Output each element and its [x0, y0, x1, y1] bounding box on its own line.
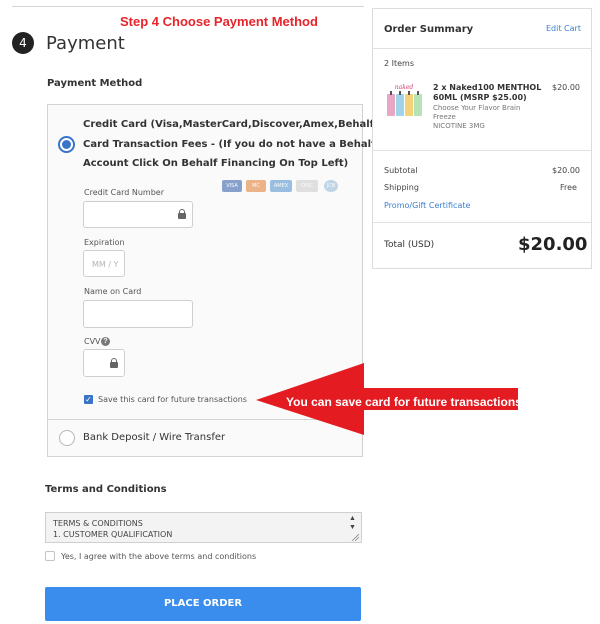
subtotal-value: $20.00	[552, 166, 580, 175]
card-number-input[interactable]	[83, 201, 193, 228]
summary-divider	[372, 48, 592, 49]
terms-text-line: TERMS & CONDITIONS	[53, 519, 143, 528]
summary-divider	[372, 222, 592, 223]
jcb-logo-icon: JCB	[324, 180, 338, 192]
total-value: $20.00	[518, 234, 588, 255]
terms-text-line: 1. CUSTOMER QUALIFICATION	[53, 530, 173, 539]
save-card-label[interactable]: Save this card for future transactions	[98, 395, 247, 404]
step-number-badge: 4	[12, 32, 34, 54]
total-label: Total (USD)	[384, 240, 435, 250]
page-title: Payment	[46, 33, 125, 54]
discover-logo-icon: DISC	[296, 180, 318, 192]
payment-method-heading: Payment Method	[47, 78, 143, 89]
product-option: Freeze	[433, 113, 456, 121]
mastercard-logo-icon: MC	[246, 180, 266, 192]
lock-icon	[178, 209, 186, 219]
cvv-label: CVV	[84, 337, 101, 346]
callout-text: You can save card for future transaction…	[286, 395, 522, 409]
credit-card-radio[interactable]	[58, 136, 75, 153]
product-price: $20.00	[552, 83, 580, 92]
edit-cart-link[interactable]: Edit Cart	[546, 24, 581, 33]
agree-terms-checkbox[interactable]	[45, 551, 55, 561]
visa-logo-icon: VISA	[222, 180, 242, 192]
subtotal-label: Subtotal	[384, 166, 418, 175]
promo-gift-certificate-link[interactable]: Promo/Gift Certificate	[384, 201, 470, 210]
scroll-down-icon[interactable]: ▼	[349, 524, 356, 531]
help-icon[interactable]: ?	[101, 337, 110, 346]
product-name: 60ML (MSRP $25.00)	[433, 93, 527, 102]
resize-grip-icon[interactable]	[351, 534, 359, 541]
shipping-value: Free	[560, 183, 577, 192]
expiration-label: Expiration	[84, 238, 125, 247]
cvv-input[interactable]	[83, 349, 125, 377]
credit-card-option-label[interactable]: Card Transaction Fees - (If you do not h…	[83, 139, 375, 150]
card-number-label: Credit Card Number	[84, 188, 164, 197]
name-on-card-input[interactable]	[83, 300, 193, 328]
product-thumbnail: naked	[384, 82, 424, 122]
top-divider	[12, 6, 364, 7]
bank-transfer-radio[interactable]	[59, 430, 75, 446]
save-card-checkbox[interactable]: ✓	[84, 395, 93, 404]
name-on-card-label: Name on Card	[84, 287, 142, 296]
terms-heading: Terms and Conditions	[45, 484, 167, 495]
amex-logo-icon: AMEX	[270, 180, 292, 192]
items-count: 2 Items	[384, 59, 415, 68]
expiration-placeholder: MM / Y	[92, 260, 119, 269]
step-banner: Step 4 Choose Payment Method	[120, 14, 318, 29]
credit-card-option-label[interactable]: Credit Card (Visa,MasterCard,Discover,Am…	[83, 119, 405, 130]
product-name: 2 x Naked100 MENTHOL	[433, 83, 542, 92]
lock-icon	[110, 358, 118, 368]
shipping-label: Shipping	[384, 183, 419, 192]
order-summary-title: Order Summary	[384, 24, 474, 35]
svg-text:naked: naked	[395, 84, 414, 91]
bank-transfer-label[interactable]: Bank Deposit / Wire Transfer	[83, 432, 225, 443]
credit-card-option-label[interactable]: Account Click On Behalf Financing On Top…	[83, 158, 348, 169]
product-option: NICOTINE 3MG	[433, 122, 485, 130]
summary-divider	[372, 150, 592, 151]
expiration-input[interactable]: MM / Y	[83, 250, 125, 277]
scroll-up-icon[interactable]: ▲	[349, 515, 356, 522]
place-order-button[interactable]: PLACE ORDER	[45, 587, 361, 621]
agree-terms-label[interactable]: Yes, I agree with the above terms and co…	[61, 552, 256, 561]
product-option: Choose Your Flavor Brain	[433, 104, 521, 112]
